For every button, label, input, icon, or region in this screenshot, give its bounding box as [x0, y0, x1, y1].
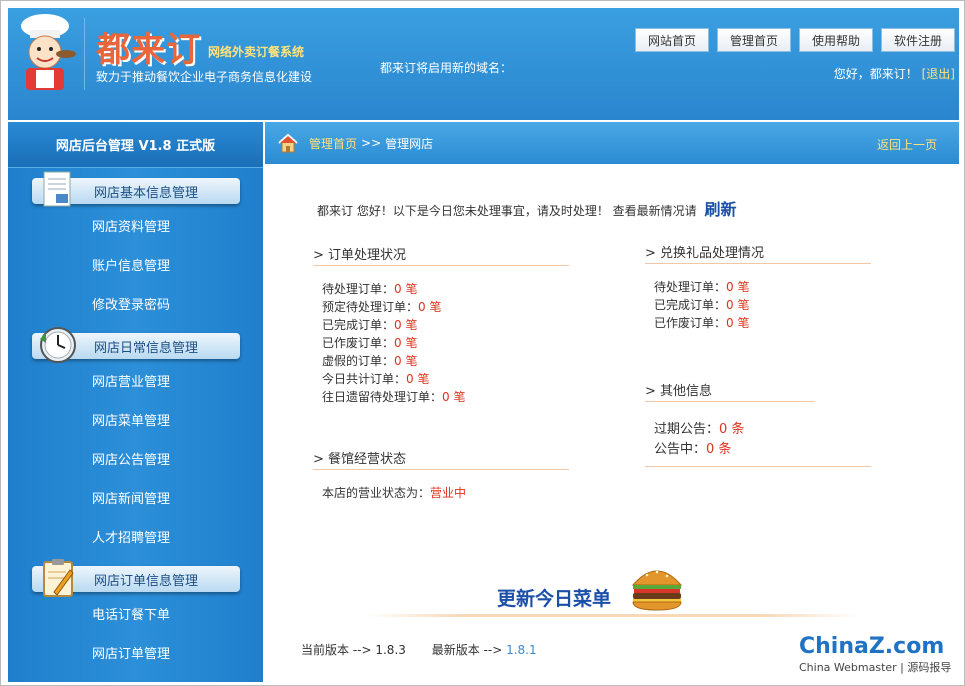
sidebar-item-business[interactable]: 网店营业管理 — [8, 361, 263, 400]
current-version: 1.8.3 — [375, 643, 406, 657]
list-item: 过期公告：0 条 — [654, 422, 745, 437]
sidebar-item-announcements[interactable]: 网店公告管理 — [8, 439, 263, 478]
count-value[interactable]: 0 笔 — [394, 318, 417, 332]
list-item: 已作废订单：0 笔 — [654, 316, 750, 330]
top-nav: 网站首页 管理首页 使用帮助 软件注册 — [635, 28, 955, 52]
section-title: > 兑换礼品处理情况 — [645, 242, 871, 264]
sidebar-item-change-password[interactable]: 修改登录密码 — [8, 284, 263, 323]
breadcrumb-separator: >> — [361, 136, 382, 150]
version-info: 当前版本 --> 1.8.3 最新版本 --> 1.8.1 — [301, 641, 537, 658]
count-value[interactable]: 0 笔 — [394, 282, 417, 296]
nav-help-button[interactable]: 使用帮助 — [799, 28, 873, 52]
clock-icon — [40, 327, 76, 363]
sidebar-title: 网店后台管理 V1.8 正式版 — [8, 122, 263, 168]
sidebar-item-phone-order[interactable]: 电话订餐下单 — [8, 594, 263, 633]
document-icon — [43, 171, 71, 207]
status-value[interactable]: 营业中 — [430, 486, 466, 500]
watermark-line2: China Webmaster | 源码报导 — [799, 661, 952, 674]
update-menu-link[interactable]: 更新今日菜单 — [497, 584, 611, 611]
back-link[interactable]: 返回上一页 — [877, 136, 937, 153]
user-greeting: 您好，都来订！ [退出] — [834, 65, 955, 82]
watermark-logo: ChinaZ.com China Webmaster | 源码报导 — [799, 634, 951, 675]
section-title: > 其他信息 — [645, 380, 815, 402]
slogan: 致力于推动餐饮企业电子商务信息化建设 — [96, 70, 313, 84]
sidebar-group-daily[interactable]: 网店日常信息管理 — [8, 323, 263, 363]
count-value[interactable]: 0 笔 — [406, 372, 429, 386]
count-value[interactable]: 0 条 — [706, 442, 731, 457]
count-value[interactable]: 0 笔 — [394, 354, 417, 368]
domain-notice: 都来订将启用新的域名： — [380, 61, 513, 75]
nav-admin-home-button[interactable]: 管理首页 — [717, 28, 791, 52]
list-item: 虚假的订单：0 笔 — [322, 354, 418, 368]
intro-text: 都来订 您好！以下是今日您未处理事宜，请及时处理！ 查看最新情况请 — [317, 204, 697, 218]
list-item: 已完成订单：0 笔 — [654, 298, 750, 312]
watermark-line1: ChinaZ.com — [799, 634, 945, 659]
gift-status-section: > 兑换礼品处理情况 待处理订单：0 笔 已完成订单：0 笔 已作废订单：0 笔 — [645, 242, 871, 332]
divider — [645, 466, 871, 467]
sidebar-item-recruitment[interactable]: 人才招聘管理 — [8, 517, 263, 556]
breadcrumb-home-link[interactable]: 管理首页 — [309, 135, 357, 152]
greeting-text: 您好，都来订！ — [833, 67, 918, 81]
main-content: 管理首页 >> 管理网店 返回上一页 都来订 您好！以下是今日您未处理事宜，请及… — [265, 122, 959, 682]
sidebar: 网店后台管理 V1.8 正式版 网店基本信息管理 网店资料管理 账户信息管理 修… — [8, 122, 263, 682]
count-value[interactable]: 0 笔 — [442, 390, 465, 404]
latest-version[interactable]: 1.8.1 — [506, 643, 537, 657]
sidebar-group-orders[interactable]: 网店订单信息管理 — [8, 556, 263, 597]
count-value[interactable]: 0 笔 — [726, 298, 749, 312]
app-window: 都来订 网络外卖订餐系统 致力于推动餐饮企业电子商务信息化建设 都来订将启用新的… — [0, 0, 965, 686]
brand-subtitle: 网络外卖订餐系统 — [208, 45, 305, 59]
header: 都来订 网络外卖订餐系统 致力于推动餐饮企业电子商务信息化建设 都来订将启用新的… — [8, 8, 959, 120]
list-item: 本店的营业状态为：营业中 — [322, 486, 467, 500]
list-item: 公告中：0 条 — [654, 442, 732, 457]
brand-name: 都来订 — [96, 30, 201, 70]
section-title: > 订单处理状况 — [313, 244, 569, 266]
list-item: 往日遗留待处理订单：0 笔 — [322, 390, 466, 404]
list-item: 待处理订单：0 笔 — [654, 280, 750, 294]
latest-version-label: 最新版本 --> — [431, 643, 503, 657]
logo-divider — [84, 18, 85, 90]
count-value[interactable]: 0 笔 — [394, 336, 417, 350]
list-item: 预定待处理订单：0 笔 — [322, 300, 442, 314]
count-value[interactable]: 0 笔 — [418, 300, 441, 314]
list-item: 今日共计订单：0 笔 — [322, 372, 430, 386]
sidebar-item-account-info[interactable]: 账户信息管理 — [8, 245, 263, 284]
chef-logo-icon — [21, 14, 76, 90]
divider — [365, 614, 861, 617]
count-value[interactable]: 0 笔 — [726, 316, 749, 330]
business-status-section: > 餐馆经营状态 本店的营业状态为：营业中 — [313, 448, 569, 502]
breadcrumb-current: 管理网店 — [385, 136, 434, 151]
list-item: 待处理订单：0 笔 — [322, 282, 418, 296]
intro-message: 都来订 您好！以下是今日您未处理事宜，请及时处理！ 查看最新情况请 刷新 — [317, 196, 736, 220]
sidebar-item-shop-info[interactable]: 网店资料管理 — [8, 206, 263, 245]
order-status-section: > 订单处理状况 待处理订单：0 笔 预定待处理订单：0 笔 已完成订单：0 笔… — [313, 244, 569, 406]
sidebar-item-order-management[interactable]: 网店订单管理 — [8, 633, 263, 672]
list-item: 已作废订单：0 笔 — [322, 336, 418, 350]
sidebar-item-menu[interactable]: 网店菜单管理 — [8, 400, 263, 439]
count-value[interactable]: 0 条 — [719, 422, 744, 437]
clipboard-icon — [43, 559, 74, 597]
sidebar-item-news[interactable]: 网店新闻管理 — [8, 478, 263, 517]
section-title: > 餐馆经营状态 — [313, 448, 569, 470]
burger-icon — [631, 570, 683, 611]
nav-register-button[interactable]: 软件注册 — [881, 28, 955, 52]
nav-site-home-button[interactable]: 网站首页 — [635, 28, 709, 52]
breadcrumb: 管理首页 >> 管理网店 返回上一页 — [265, 122, 959, 164]
refresh-link[interactable]: 刷新 — [704, 200, 736, 219]
sidebar-group-basic[interactable]: 网店基本信息管理 — [8, 168, 263, 207]
current-version-label: 当前版本 --> — [301, 643, 372, 657]
list-item: 已完成订单：0 笔 — [322, 318, 418, 332]
count-value[interactable]: 0 笔 — [726, 280, 749, 294]
other-info-section: > 其他信息 过期公告：0 条 公告中：0 条 — [645, 380, 871, 467]
logout-link[interactable]: [退出] — [922, 67, 955, 81]
home-icon — [278, 133, 298, 153]
